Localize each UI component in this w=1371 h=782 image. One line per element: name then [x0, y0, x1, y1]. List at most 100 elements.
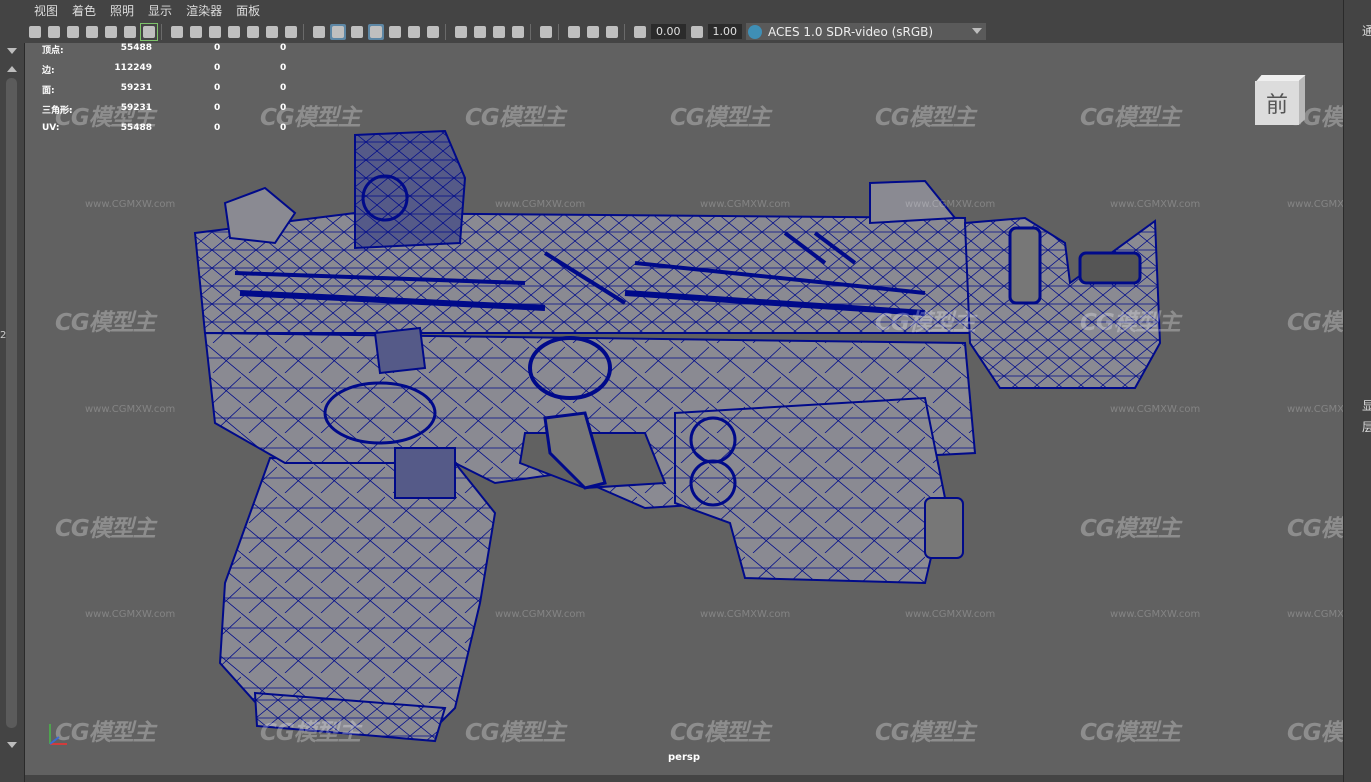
gate-mask-icon[interactable] — [226, 24, 242, 40]
watermark-url: www.CGMXW.com — [700, 609, 791, 620]
3d-viewport[interactable]: CG模型主 CG模型主 CG模型主 CG模型主 CG模型主 CG模型主 CG模型… — [25, 43, 1343, 775]
watermark-logo: CG模型主 — [875, 310, 976, 336]
image-plane-icon[interactable] — [103, 24, 119, 40]
watermark-logo: CG模型主 — [1080, 105, 1181, 131]
watermark-url: www.CGMXW.com — [1110, 404, 1201, 415]
watermark-logo: CG模型主 — [875, 105, 976, 131]
xray-icon[interactable] — [566, 24, 582, 40]
watermark-url: www.CGMXW.com — [85, 199, 176, 210]
left-dock: 2 — [0, 0, 25, 782]
hud-row-vertices: 顶点: 55488 0 0 — [42, 43, 302, 63]
view-cube[interactable]: 前 — [1255, 75, 1306, 127]
hud-value: 59231 — [120, 103, 152, 113]
pan-zoom-icon[interactable] — [122, 24, 138, 40]
gamma-icon[interactable] — [689, 24, 705, 40]
left-scrollbar[interactable] — [6, 78, 17, 728]
depth-of-field-icon[interactable] — [510, 24, 526, 40]
menu-show[interactable]: 显示 — [148, 2, 172, 19]
hud-uv: 0 — [280, 103, 287, 113]
menu-renderer[interactable]: 渲染器 — [186, 2, 222, 19]
hud-uv: 0 — [280, 43, 287, 53]
menu-lighting[interactable]: 照明 — [110, 2, 134, 19]
pistol-mesh — [193, 129, 1162, 743]
color-space-dropdown[interactable]: ACES 1.0 SDR-video (sRGB) — [746, 23, 986, 40]
exposure-icon[interactable] — [632, 24, 648, 40]
camera-name-label: persp — [668, 752, 700, 763]
wireframe-on-shaded-icon[interactable] — [368, 23, 384, 40]
watermark-logo: CG模型主 — [1287, 516, 1343, 542]
left-dock-collapse-icon[interactable] — [7, 48, 17, 54]
hud-label: 边: — [42, 66, 55, 76]
isolate-select-icon[interactable] — [538, 24, 554, 40]
exposure-field[interactable]: 0.00 — [651, 24, 686, 39]
hud-row-uvs: UV: 55488 0 0 — [42, 123, 302, 143]
hud-uv: 0 — [280, 123, 287, 133]
watermark-url: www.CGMXW.com — [85, 609, 176, 620]
hud-label: UV: — [42, 123, 60, 133]
right-dock-layer-label[interactable]: 层 — [1362, 418, 1371, 435]
lights-icon[interactable] — [406, 24, 422, 40]
lock-camera-icon[interactable] — [46, 24, 62, 40]
watermark-url: www.CGMXW.com — [1287, 199, 1343, 210]
menu-view[interactable]: 视图 — [34, 2, 58, 19]
textured-icon[interactable] — [387, 24, 403, 40]
field-chart-icon[interactable] — [245, 24, 261, 40]
hud-value: 112249 — [114, 63, 152, 73]
hud-uv: 0 — [280, 63, 287, 73]
wireframe-icon[interactable] — [311, 24, 327, 40]
camera-attributes-icon[interactable] — [65, 24, 81, 40]
grease-pencil-icon[interactable] — [140, 22, 158, 41]
watermark-url: www.CGMXW.com — [85, 404, 176, 415]
watermark-url: www.CGMXW.com — [700, 199, 791, 210]
smooth-shade-icon[interactable] — [330, 23, 346, 40]
bookmark-icon[interactable] — [84, 24, 100, 40]
screen-space-ao-icon[interactable] — [453, 24, 469, 40]
chevron-down-icon[interactable] — [972, 28, 982, 34]
watermark-logo: CG模型主 — [670, 105, 771, 131]
color-space-label: ACES 1.0 SDR-video (sRGB) — [768, 24, 934, 39]
poly-count-hud: 顶点: 55488 0 0 边: 112249 0 0 面: 59231 0 0… — [42, 43, 302, 143]
hud-selected: 0 — [214, 63, 221, 73]
right-dock-display-label[interactable]: 显 — [1362, 397, 1371, 414]
watermark-logo: CG模型主 — [1080, 720, 1181, 746]
xray-joints-icon[interactable] — [604, 24, 620, 40]
left-dock-digit: 2 — [0, 330, 7, 341]
view-cube-front-face[interactable]: 前 — [1255, 81, 1299, 125]
safe-action-icon[interactable] — [264, 24, 280, 40]
shadows-icon[interactable] — [425, 24, 441, 40]
panel-menu-bar: 视图 着色 照明 显示 渲染器 面板 — [24, 0, 1343, 20]
motion-blur-icon[interactable] — [472, 24, 488, 40]
color-management-icon[interactable] — [748, 24, 762, 39]
select-camera-icon[interactable] — [27, 24, 43, 40]
scroll-up-icon[interactable] — [7, 66, 17, 72]
watermark-url: www.CGMXW.com — [1110, 609, 1201, 620]
hud-row-edges: 边: 112249 0 0 — [42, 63, 302, 83]
menu-panels[interactable]: 面板 — [236, 2, 260, 19]
watermark-logo: CG模型主 — [670, 720, 771, 746]
hud-value: 55488 — [120, 123, 152, 133]
right-dock-tab-label[interactable]: 通 — [1362, 22, 1371, 39]
hud-selected: 0 — [214, 123, 221, 133]
axis-gizmo-icon — [49, 724, 67, 745]
menu-shading[interactable]: 着色 — [72, 2, 96, 19]
watermark-url: www.CGMXW.com — [495, 609, 586, 620]
hud-selected: 0 — [214, 83, 221, 93]
film-gate-icon[interactable] — [188, 24, 204, 40]
xray-active-icon[interactable] — [585, 24, 601, 40]
safe-title-icon[interactable] — [283, 24, 299, 40]
panel-toolbar: 0.00 1.00 ACES 1.0 SDR-video (sRGB) — [24, 20, 1343, 43]
default-material-icon[interactable] — [349, 24, 365, 40]
hud-value: 55488 — [120, 43, 152, 53]
anti-aliasing-icon[interactable] — [491, 24, 507, 40]
grid-icon[interactable] — [169, 24, 185, 40]
hud-selected: 0 — [214, 103, 221, 113]
hud-label: 三角形: — [42, 106, 73, 116]
watermark-logo: CG模型主 — [55, 310, 156, 336]
right-dock: 通 显 层 — [1343, 0, 1371, 782]
watermark-logo: CG模型主 — [875, 720, 976, 746]
gamma-field[interactable]: 1.00 — [707, 24, 742, 39]
watermark-logo: CG模型主 — [260, 720, 361, 746]
scroll-down-icon[interactable] — [7, 742, 17, 748]
resolution-gate-icon[interactable] — [207, 24, 223, 40]
hud-label: 面: — [42, 86, 55, 96]
